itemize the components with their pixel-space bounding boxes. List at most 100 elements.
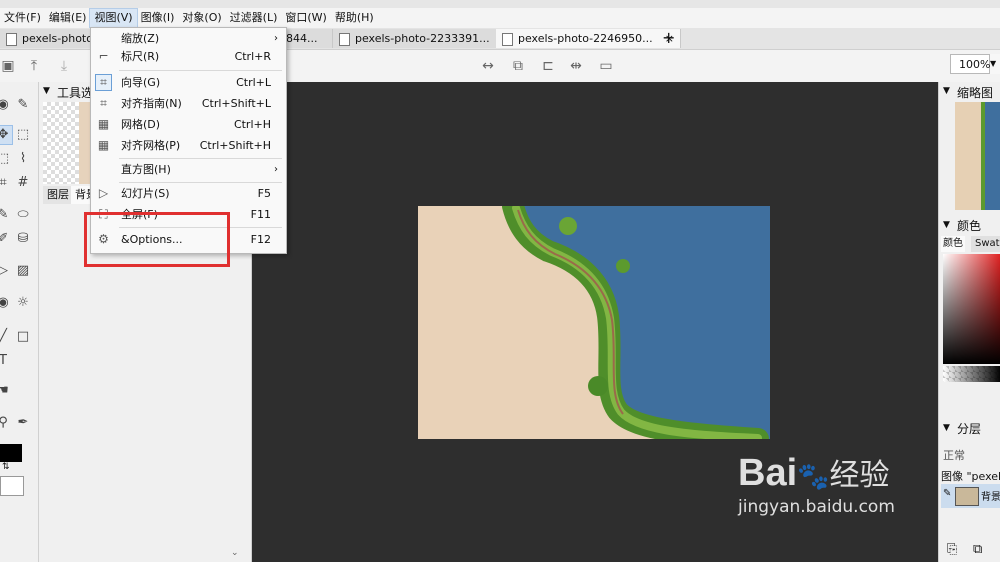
pattern-icon[interactable]: ▨: [14, 262, 32, 280]
new-layer-icon[interactable]: ⎘: [947, 542, 957, 557]
menu-item-shortcut: Ctrl+H: [233, 118, 271, 131]
crop-icon[interactable]: ⧉: [510, 58, 526, 74]
move-tool-icon[interactable]: ✥: [0, 125, 13, 145]
menu-view[interactable]: 视图(V): [89, 8, 138, 28]
shape-icon[interactable]: ▷: [0, 262, 12, 280]
snap-grid-icon: ▦: [97, 138, 110, 152]
menu-item-label: 缩放(Z): [121, 32, 160, 45]
align-left-icon[interactable]: ⊏: [540, 58, 556, 74]
zoom-input[interactable]: 100%: [950, 54, 990, 74]
document-icon: [502, 33, 513, 46]
watermark: Bai🐾经验 jingyan.baidu.com: [738, 450, 895, 517]
menu-item-guide[interactable]: ⌗ 向导(G) Ctrl+L: [91, 73, 286, 93]
menu-item-snap-guide[interactable]: ⌗ 对齐指南(N) Ctrl+Shift+L: [91, 94, 286, 114]
hand-icon[interactable]: ☚: [0, 382, 12, 400]
aerial-photo[interactable]: [418, 206, 770, 439]
swap-colors-icon[interactable]: ⇅: [2, 462, 10, 472]
slideshow-icon: ▷: [98, 186, 109, 200]
menu-help[interactable]: 帮助(H): [331, 9, 378, 27]
lasso-icon[interactable]: ⌇: [14, 150, 32, 168]
crop-tool-icon[interactable]: ⌗: [0, 174, 12, 192]
menu-edit[interactable]: 编辑(E): [45, 9, 91, 27]
menu-item-snap-grid[interactable]: ▦ 对齐网格(P) Ctrl+Shift+H: [91, 136, 286, 156]
text-icon[interactable]: T: [0, 352, 12, 370]
blend-mode-select[interactable]: 正常: [943, 447, 965, 463]
menu-image[interactable]: 图像(I): [137, 9, 179, 27]
tab-label: 844...: [286, 32, 318, 45]
new-tab-icon[interactable]: +: [662, 28, 675, 48]
menu-object[interactable]: 对象(O): [178, 9, 225, 27]
grid-tool-icon[interactable]: #: [14, 174, 32, 192]
menu-item-grid[interactable]: ▦ 网格(D) Ctrl+H: [91, 115, 286, 135]
document-tab-3[interactable]: pexels-photo-2233391...: [333, 29, 516, 48]
download-icon[interactable]: ⤓: [56, 58, 72, 74]
right-panel: ▼ 缩略图 ▼ 颜色 颜色 Swat ▼ 分层 正常 图像 "pexels ✎ …: [938, 82, 1000, 562]
document-icon: [339, 33, 350, 46]
eyedropper-icon[interactable]: ✒: [14, 414, 32, 432]
foreground-color-swatch[interactable]: [0, 444, 22, 462]
menu-item-histogram[interactable]: 直方图(H) ›: [91, 160, 286, 180]
watermark-brand-cn: 经验: [829, 458, 890, 493]
distribute-icon[interactable]: ⇹: [568, 58, 584, 74]
menu-separator: [119, 182, 282, 183]
thumbnail-preview: [955, 102, 1000, 210]
menu-window[interactable]: 窗口(W): [281, 9, 330, 27]
thumbnail-title: 缩略图: [957, 86, 994, 100]
grid-icon: ▦: [97, 117, 110, 131]
tab-label: pexels-photo-2246950...: [518, 32, 653, 45]
chevron-down-icon[interactable]: ▼: [943, 86, 950, 96]
paperclip-icon[interactable]: ✎: [14, 96, 32, 114]
color-title: 颜色: [957, 219, 982, 233]
menu-item-shortcut: Ctrl+Shift+H: [199, 139, 271, 152]
pencil-icon: ✎: [943, 488, 952, 499]
tab-label: pexels-photo: [22, 32, 93, 45]
upload-icon[interactable]: ⤒: [26, 58, 42, 74]
color-picker-field[interactable]: [943, 254, 1000, 364]
menu-item-shortcut: F5: [257, 187, 271, 200]
document-icon: [6, 33, 17, 46]
chevron-down-icon[interactable]: ▼: [43, 86, 50, 96]
highlight-annotation-box: [84, 212, 230, 267]
tab-swatches[interactable]: Swat: [971, 236, 1000, 252]
menu-item-shortcut: Ctrl+R: [234, 50, 271, 63]
resize-canvas-icon[interactable]: ▭: [598, 58, 614, 74]
menu-filter[interactable]: 过滤器(L): [226, 9, 282, 27]
line-icon[interactable]: ╱: [0, 328, 12, 346]
watermark-url: jingyan.baidu.com: [738, 497, 895, 517]
layer-options-icon[interactable]: ⧉: [973, 542, 982, 557]
chevron-down-icon[interactable]: ▼: [943, 423, 950, 433]
menu-item-ruler[interactable]: ⌐ 标尺(R) Ctrl+R: [91, 47, 286, 67]
tab-color[interactable]: 颜色: [941, 236, 965, 252]
chevron-down-icon[interactable]: ▼: [990, 54, 1000, 74]
scroll-down-icon[interactable]: ⌄: [231, 548, 239, 558]
view-icon[interactable]: ◉: [0, 96, 12, 114]
layers-title: 分层: [957, 422, 982, 436]
bucket-icon[interactable]: ⛁: [14, 230, 32, 248]
eye-icon[interactable]: ◉: [0, 294, 12, 312]
tools-column: ◉ ✎ ✥ ⬚ ⬚ ⌇ ⌗ # ✎ ⬭ ✐ ⛁ ▷ ▨ ◉ ☼ ╱ □ T ☚ …: [0, 82, 39, 562]
snap-guide-icon: ⌗: [100, 96, 107, 110]
select-icon[interactable]: ⬚: [0, 150, 12, 168]
brush-icon[interactable]: ✎: [0, 206, 12, 224]
layer-row-background[interactable]: ✎ 背景: [941, 484, 1000, 508]
background-color-swatch[interactable]: [0, 476, 24, 496]
clone-icon[interactable]: ✐: [0, 230, 12, 248]
rectangle-icon[interactable]: □: [14, 328, 32, 346]
menu-file[interactable]: 文件(F): [0, 9, 45, 27]
eraser-icon[interactable]: ⬭: [14, 206, 32, 224]
document-tab-active[interactable]: pexels-photo-2246950... ×: [496, 29, 681, 48]
watermark-brand: Bai: [738, 452, 798, 494]
chevron-down-icon[interactable]: ▼: [943, 220, 950, 230]
chevron-right-icon: ›: [274, 33, 278, 44]
select-rect-icon[interactable]: ⬚: [14, 126, 32, 144]
alpha-slider[interactable]: [943, 366, 1000, 382]
menu-item-slideshow[interactable]: ▷ 幻灯片(S) F5: [91, 184, 286, 204]
document-tab-2[interactable]: 844...: [286, 29, 333, 48]
menu-item-label: 网格(D): [121, 118, 161, 131]
new-image-icon[interactable]: ▣: [0, 58, 16, 74]
menu-item-zoom[interactable]: 缩放(Z) ›: [91, 29, 286, 49]
flip-horizontal-icon[interactable]: ↔: [480, 58, 496, 74]
zoom-icon[interactable]: ⚲: [0, 414, 12, 432]
tab-layers[interactable]: 图层: [43, 186, 73, 204]
sun-icon[interactable]: ☼: [14, 294, 32, 312]
